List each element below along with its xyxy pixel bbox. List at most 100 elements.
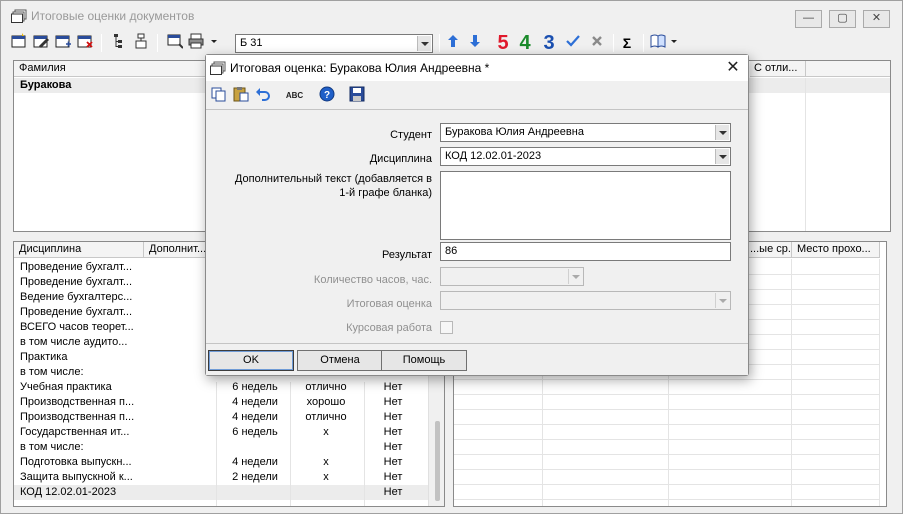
- extra-text-label-line2: 1-й графе бланка): [339, 187, 432, 199]
- book-dropdown-icon[interactable]: [649, 33, 681, 53]
- print-dropdown-icon[interactable]: [187, 33, 221, 53]
- maximize-button[interactable]: ▢: [829, 10, 856, 28]
- student-label: Студент: [390, 129, 432, 141]
- student-combo-value: Буракова Юлия Андреевна: [445, 126, 584, 138]
- help-icon[interactable]: ?: [316, 85, 337, 106]
- move-up-icon[interactable]: [443, 33, 463, 53]
- table-row[interactable]: Производственная п... 4 недели отлично Нет: [14, 410, 428, 425]
- column-header-lastname[interactable]: Фамилия: [14, 61, 208, 77]
- discipline-grade-cell: отлично: [305, 381, 347, 393]
- discipline-grade-cell: х: [323, 426, 329, 438]
- grade-3-button[interactable]: 3: [539, 33, 559, 53]
- result-label: Результат: [381, 249, 432, 261]
- discipline-combo[interactable]: КОД 12.02.01-2023: [440, 147, 731, 166]
- final-grade-combo: [440, 291, 731, 310]
- discipline-hours-cell: 6 недель: [232, 381, 278, 393]
- final-grade-dialog: Итоговая оценка: Буракова Юлия Андреевна…: [205, 54, 749, 376]
- column-header-additional[interactable]: Дополнит...: [144, 242, 210, 258]
- discipline-label: Дисциплина: [369, 153, 432, 165]
- column-header-empty: [806, 61, 890, 77]
- table-row[interactable]: Государственная ит... 6 недель х Нет: [14, 425, 428, 440]
- discipline-coursework-cell: Нет: [383, 411, 403, 423]
- discipline-name-cell: в том числе:: [20, 441, 84, 453]
- coursework-label: Курсовая работа: [346, 322, 432, 334]
- discipline-grade-cell: хорошо: [306, 396, 346, 408]
- discipline-grade-cell: [290, 440, 362, 455]
- documents-app-icon: [210, 61, 226, 75]
- discipline-name-cell: ВСЕГО часов теорет...: [20, 321, 134, 333]
- ok-button[interactable]: OK: [208, 350, 294, 371]
- column-header-discipline[interactable]: Дисциплина: [14, 242, 144, 258]
- grid-view-icon[interactable]: [165, 33, 185, 53]
- move-down-icon[interactable]: [465, 33, 485, 53]
- svg-text:?: ?: [323, 90, 329, 101]
- dialog-toolbar: ABC ?: [206, 82, 748, 110]
- table-row[interactable]: Производственная п... 4 недели хорошо Нет: [14, 395, 428, 410]
- discipline-name-cell: в том числе аудито...: [20, 336, 128, 348]
- copy-icon[interactable]: [208, 85, 229, 106]
- discipline-grade-cell: х: [323, 471, 329, 483]
- discipline-hours-cell: 6 недель: [232, 426, 278, 438]
- add-record-icon[interactable]: [53, 33, 73, 53]
- sum-button[interactable]: Σ: [617, 33, 637, 53]
- column-header-with-honors[interactable]: С отли...: [750, 61, 806, 77]
- discipline-name-cell: Производственная п...: [20, 396, 135, 408]
- hierarchy-up-icon[interactable]: [131, 33, 151, 53]
- discipline-combo-value: КОД 12.02.01-2023: [445, 150, 542, 162]
- document-combo[interactable]: Б 31: [235, 34, 433, 53]
- table-row[interactable]: Учебная практика 6 недель отлично Нет: [14, 380, 428, 395]
- fail-cross-icon[interactable]: [587, 33, 607, 53]
- chevron-down-icon: [715, 293, 729, 308]
- scrollbar-thumb[interactable]: [435, 421, 440, 501]
- table-row[interactable]: Подготовка выпускн... 4 недели х Нет: [14, 455, 428, 470]
- undo-icon[interactable]: [252, 85, 273, 106]
- help-button[interactable]: Помощь: [381, 350, 467, 371]
- discipline-name-cell: КОД 12.02.01-2023: [20, 486, 117, 498]
- minimize-button[interactable]: —: [795, 10, 822, 28]
- discipline-coursework-cell: Нет: [383, 396, 403, 408]
- dialog-close-button[interactable]: ✕: [723, 58, 743, 78]
- close-button[interactable]: ✕: [863, 10, 890, 28]
- discipline-name-cell: Подготовка выпускн...: [20, 456, 132, 468]
- table-row[interactable]: КОД 12.02.01-2023 Нет: [14, 485, 428, 500]
- extra-text-textarea[interactable]: [440, 171, 731, 240]
- pass-check-icon[interactable]: [563, 33, 583, 53]
- discipline-name-cell: Производственная п...: [20, 411, 135, 423]
- dialog-form: Студент Буракова Юлия Андреевна Дисципли…: [206, 111, 748, 341]
- hierarchy-down-icon[interactable]: [109, 33, 129, 53]
- discipline-coursework-cell: Нет: [383, 486, 403, 498]
- discipline-coursework-cell: Нет: [383, 471, 403, 483]
- column-header-place[interactable]: Место прохо...: [792, 242, 880, 258]
- save-icon[interactable]: [346, 85, 367, 106]
- discipline-name-cell: Ведение бухгалтерс...: [20, 291, 133, 303]
- column-header-avg[interactable]: ...ые ср...: [744, 242, 792, 258]
- chevron-down-icon[interactable]: [715, 125, 729, 140]
- main-titlebar[interactable]: Итоговые оценки документов — ▢ ✕: [1, 1, 902, 31]
- discipline-hours-cell: 2 недели: [232, 471, 278, 483]
- edit-document-icon[interactable]: [31, 33, 51, 53]
- delete-record-icon[interactable]: [75, 33, 95, 53]
- discipline-name-cell: Проведение бухгалт...: [20, 276, 133, 288]
- chevron-down-icon[interactable]: [715, 149, 729, 164]
- chevron-down-icon: [568, 269, 582, 284]
- discipline-hours-cell: [220, 440, 290, 455]
- grade-5-button[interactable]: 5: [493, 33, 513, 53]
- paste-icon[interactable]: [230, 85, 251, 106]
- new-document-icon[interactable]: [9, 33, 29, 53]
- table-row[interactable]: Защита выпускной к... 2 недели х Нет: [14, 470, 428, 485]
- discipline-coursework-cell: Нет: [383, 426, 403, 438]
- grade-4-button[interactable]: 4: [515, 33, 535, 53]
- hours-combo: [440, 267, 584, 286]
- student-combo[interactable]: Буракова Юлия Андреевна: [440, 123, 731, 142]
- chevron-down-icon[interactable]: [417, 36, 431, 51]
- result-input[interactable]: 86: [440, 242, 731, 261]
- cancel-button[interactable]: Отмена: [297, 350, 383, 371]
- discipline-hours-cell: 4 недели: [232, 456, 278, 468]
- table-row[interactable]: в том числе: Нет: [14, 440, 428, 455]
- discipline-coursework-cell: Нет: [383, 456, 403, 468]
- discipline-name-cell: в том числе:: [20, 366, 84, 378]
- main-window-title: Итоговые оценки документов: [31, 9, 195, 23]
- dialog-titlebar[interactable]: Итоговая оценка: Буракова Юлия Андреевна…: [206, 55, 748, 81]
- student-lastname-cell: Буракова: [20, 79, 72, 91]
- spellcheck-button[interactable]: ABC: [284, 85, 305, 106]
